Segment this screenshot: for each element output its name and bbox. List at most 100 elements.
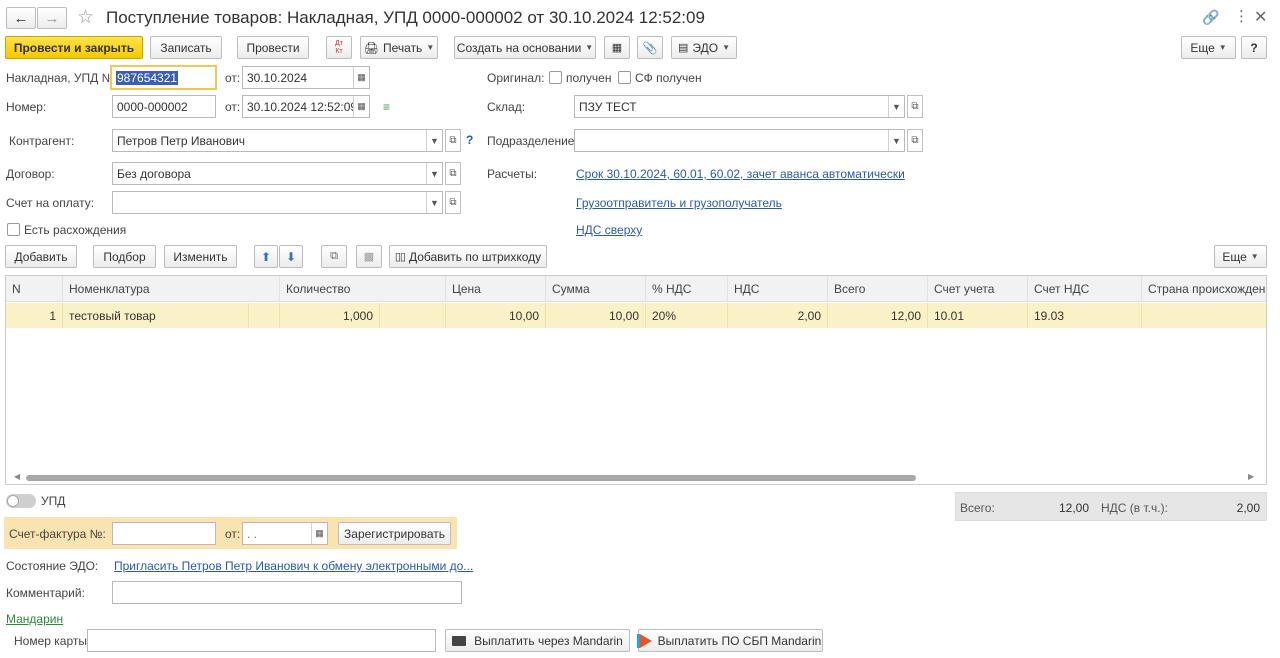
calendar-icon[interactable]: ▦ (353, 96, 369, 117)
upd-toggle[interactable] (6, 494, 36, 508)
pay-sbp-button[interactable]: Выплатить ПО СБП Mandarin (638, 629, 823, 652)
column-header-vat-rate[interactable]: % НДС (646, 276, 728, 302)
edo-button[interactable]: ▤ ЭДО ▼ (671, 36, 737, 59)
column-header-total[interactable]: Всего (828, 276, 928, 302)
chevron-down-icon[interactable]: ▼ (426, 130, 442, 151)
more-button[interactable]: Еще ▼ (1181, 36, 1236, 59)
sf-date-field[interactable]: . . ▦ (242, 522, 328, 545)
total-value: 12,00 (1058, 501, 1089, 515)
column-header-n[interactable]: N (6, 276, 63, 302)
pick-button[interactable]: Подбор (93, 245, 156, 268)
chevron-down-icon[interactable]: ▼ (888, 130, 904, 151)
number-field[interactable]: 0000-000002 (112, 95, 216, 118)
attach-button[interactable]: 📎 (637, 36, 663, 59)
shipper-link[interactable]: Грузоотправитель и грузополучатель (576, 196, 782, 210)
link-icon[interactable]: 🔗 (1202, 9, 1219, 26)
table-header: N Номенклатура Количество Цена Сумма % Н… (6, 276, 1266, 302)
calendar-icon[interactable]: ▦ (353, 67, 369, 88)
structure-button[interactable]: ▦ (604, 36, 630, 59)
column-header-country[interactable]: Страна происхождения (1142, 276, 1266, 302)
column-header-nomenclature[interactable]: Номенклатура (63, 276, 280, 302)
star-icon[interactable]: ☆ (77, 6, 94, 29)
calendar-icon[interactable]: ▦ (311, 523, 327, 544)
invoice-date-field[interactable]: 30.10.2024 ▦ (242, 66, 370, 89)
chevron-down-icon[interactable]: ▼ (426, 163, 442, 184)
add-by-barcode-button[interactable]: ▯▯ Добавить по штрихкоду (389, 245, 547, 268)
sf-received-checkbox[interactable] (618, 71, 631, 84)
page-title: Поступление товаров: Накладная, УПД 0000… (106, 8, 705, 27)
sf-number-field[interactable] (112, 522, 216, 545)
settlements-link[interactable]: Срок 30.10.2024, 60.01, 60.02, зачет ава… (576, 167, 905, 181)
forward-button[interactable]: → (37, 7, 67, 29)
pay-mandarin-button[interactable]: Выплатить через Mandarin (445, 629, 630, 652)
cell-vat: 2,00 (728, 303, 828, 328)
scroll-left-icon[interactable]: ◀ (14, 472, 20, 481)
edo-invite-link[interactable]: Пригласить Петров Петр Иванович к обмену… (114, 559, 473, 573)
counterparty-open-button[interactable]: ⧉ (445, 129, 461, 152)
column-header-sum[interactable]: Сумма (546, 276, 646, 302)
help-button[interactable]: ? (1241, 36, 1267, 59)
date-history-icon[interactable]: ≡ (383, 100, 390, 114)
payment-invoice-field[interactable]: ▼ (112, 191, 443, 214)
discrepancies-checkbox[interactable] (7, 223, 20, 236)
contract-field[interactable]: Без договора ▼ (112, 162, 443, 185)
received-checkbox[interactable] (549, 71, 562, 84)
payment-invoice-label: Счет на оплату: (6, 196, 95, 210)
save-button[interactable]: Записать (150, 36, 222, 59)
post-button[interactable]: Провести (237, 36, 309, 59)
column-header-vat-account[interactable]: Счет НДС (1028, 276, 1142, 302)
chevron-down-icon: ▼ (426, 43, 435, 52)
cell-account: 10.01 (928, 303, 1028, 328)
sf-received-label: СФ получен (635, 71, 702, 85)
warehouse-field[interactable]: ПЗУ ТЕСТ ▼ (574, 95, 905, 118)
scrollbar-thumb[interactable] (26, 475, 916, 481)
table-row[interactable]: 1 тестовый товар 1,000 10,00 10,00 20% 2… (6, 303, 1266, 328)
contract-open-button[interactable]: ⧉ (445, 162, 461, 185)
move-down-button[interactable]: ⬇ (279, 245, 303, 268)
close-icon[interactable]: ✕ (1254, 7, 1267, 27)
print-button[interactable]: 🖨 Печать ▼ (360, 36, 438, 59)
column-header-account[interactable]: Счет учета (928, 276, 1028, 302)
upd-label: УПД (41, 494, 66, 508)
mandarin-link[interactable]: Мандарин (6, 612, 63, 626)
copy-row-button[interactable]: ⧉ (321, 245, 347, 268)
column-header-quantity[interactable]: Количество (280, 276, 446, 302)
division-open-button[interactable]: ⧉ (907, 129, 923, 152)
post-and-close-button[interactable]: Провести и закрыть (5, 36, 143, 59)
open-icon: ⧉ (449, 135, 457, 146)
horizontal-scrollbar[interactable]: ◀ ▶ (14, 472, 1258, 483)
warehouse-label: Склад: (487, 100, 526, 114)
invoice-number-field[interactable]: 987654321 (110, 65, 217, 90)
number-date-from-label: от: (225, 100, 241, 114)
move-up-button[interactable]: ⬆ (254, 245, 278, 268)
vat-link[interactable]: НДС сверху (576, 223, 642, 237)
vat-total-value: 2,00 (1236, 501, 1260, 515)
card-number-field[interactable] (87, 629, 436, 652)
payment-invoice-open-button[interactable]: ⧉ (445, 191, 461, 214)
edit-button[interactable]: Изменить (164, 245, 237, 268)
comment-field[interactable] (112, 581, 462, 604)
number-date-field[interactable]: 30.10.2024 12:52:09 ▦ (242, 95, 370, 118)
dt-kt-button[interactable]: Дт Кт (326, 36, 352, 59)
chevron-down-icon[interactable]: ▼ (888, 96, 904, 117)
warehouse-open-button[interactable]: ⧉ (907, 95, 923, 118)
menu-dots-icon[interactable]: ⋮ (1234, 7, 1249, 25)
paste-row-button[interactable]: ▩ (356, 245, 382, 268)
create-based-on-button[interactable]: Создать на основании ▼ (454, 36, 596, 59)
add-button[interactable]: Добавить (5, 245, 77, 268)
goods-table: N Номенклатура Количество Цена Сумма % Н… (5, 275, 1267, 485)
counterparty-help-icon[interactable]: ? (466, 133, 473, 147)
column-header-vat[interactable]: НДС (728, 276, 828, 302)
back-button[interactable]: ← (6, 7, 36, 29)
column-header-price[interactable]: Цена (446, 276, 546, 302)
scroll-right-icon[interactable]: ▶ (1248, 472, 1254, 481)
copy-icon: ⧉ (330, 250, 338, 262)
toggle-knob (7, 495, 19, 507)
counterparty-field[interactable]: Петров Петр Иванович ▼ (112, 129, 443, 152)
register-button[interactable]: Зарегистрировать (338, 522, 451, 545)
table-more-button[interactable]: Еще ▼ (1214, 245, 1267, 268)
division-field[interactable]: ▼ (574, 129, 905, 152)
cell-sum: 10,00 (546, 303, 646, 328)
chevron-down-icon[interactable]: ▼ (426, 192, 442, 213)
cell-vat-account: 19.03 (1028, 303, 1142, 328)
